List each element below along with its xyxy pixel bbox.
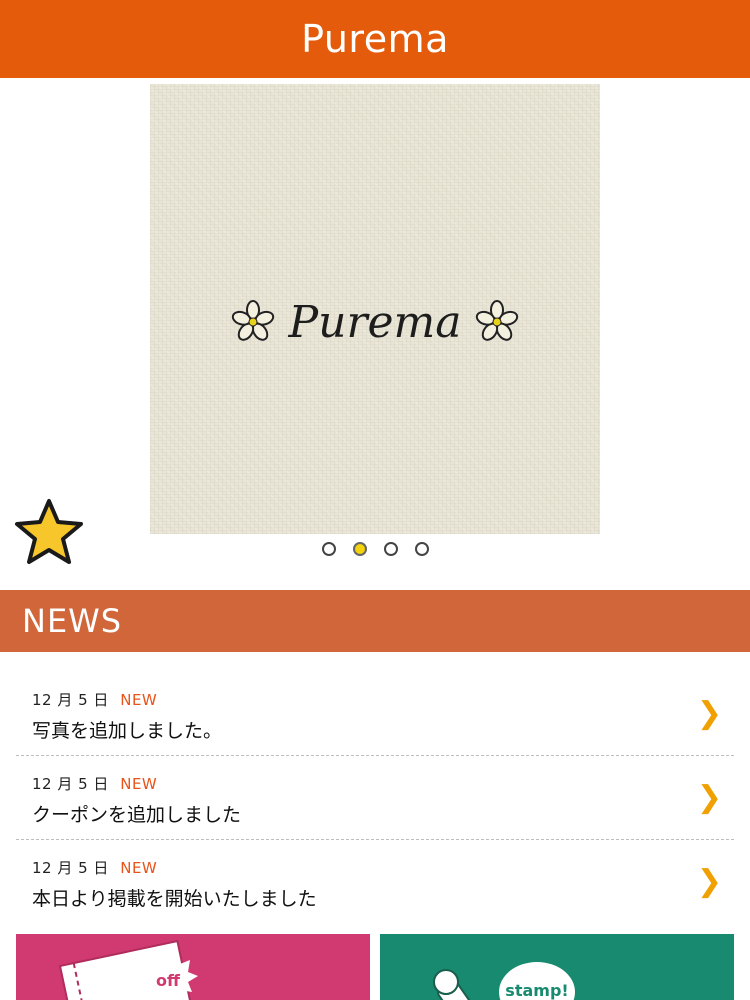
chevron-right-icon[interactable]: ❯ — [697, 696, 722, 731]
chevron-right-icon[interactable]: ❯ — [697, 780, 722, 815]
carousel-dot[interactable] — [383, 542, 398, 556]
news-item[interactable]: 12 月 5 日 NEW クーポンを追加しました ❯ — [16, 756, 734, 840]
stamp-tile-button[interactable]: stamp! — [380, 934, 734, 1000]
coupon-off-label: off — [156, 971, 181, 990]
flower-icon — [476, 300, 519, 341]
flower-icon — [231, 300, 274, 341]
news-item[interactable]: 12 月 5 日 NEW 本日より掲載を開始いたしました ❯ — [16, 840, 734, 924]
carousel-dots — [0, 542, 750, 558]
news-list: 12 月 5 日 NEW 写真を追加しました。 ❯ 12 月 5 日 NEW ク… — [16, 672, 734, 924]
app-title: Purema — [301, 17, 449, 61]
chevron-right-icon[interactable]: ❯ — [697, 864, 722, 899]
carousel-dot[interactable] — [414, 542, 429, 556]
news-date: 12 月 5 日 — [32, 859, 109, 877]
slide-logo-text: Purema — [288, 296, 462, 348]
carousel-dot[interactable] — [321, 542, 336, 556]
carousel-dot-active[interactable] — [352, 542, 367, 556]
coupon-tile-button[interactable]: off — [16, 934, 370, 1000]
stamp-icon: stamp! — [433, 962, 575, 1000]
new-badge: NEW — [120, 859, 158, 877]
app-header: Purema — [0, 0, 750, 78]
slide-logo: Purema — [150, 292, 600, 352]
news-date: 12 月 5 日 — [32, 691, 109, 709]
news-meta: 12 月 5 日 NEW — [32, 857, 157, 878]
news-title: NEWS — [22, 602, 123, 640]
news-date: 12 月 5 日 — [32, 775, 109, 793]
new-badge: NEW — [120, 691, 158, 709]
carousel-slide[interactable]: Purema — [150, 84, 600, 534]
news-text: クーポンを追加しました — [32, 804, 242, 826]
stamp-label: stamp! — [505, 981, 568, 1000]
news-section-header: NEWS — [0, 590, 750, 652]
image-carousel[interactable]: Purema — [0, 78, 750, 588]
coupon-icon: off — [58, 939, 198, 1000]
news-meta: 12 月 5 日 NEW — [32, 773, 157, 794]
news-text: 本日より掲載を開始いたしました — [32, 888, 317, 910]
news-item[interactable]: 12 月 5 日 NEW 写真を追加しました。 ❯ — [16, 672, 734, 756]
news-meta: 12 月 5 日 NEW — [32, 689, 157, 710]
new-badge: NEW — [120, 775, 158, 793]
news-text: 写真を追加しました。 — [32, 720, 223, 742]
